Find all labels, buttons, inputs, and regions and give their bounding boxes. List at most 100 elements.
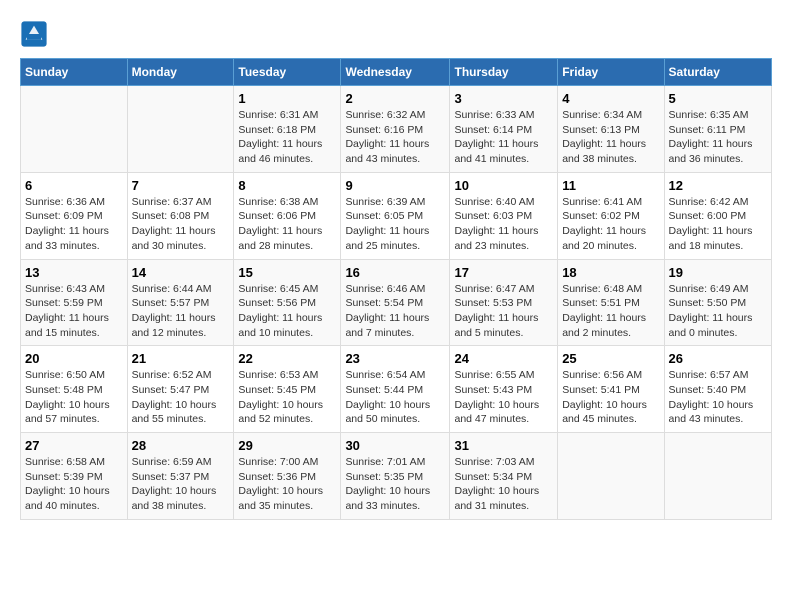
calendar-cell: [558, 433, 664, 520]
day-info: Sunrise: 6:34 AMSunset: 6:13 PMDaylight:…: [562, 108, 659, 167]
day-number: 9: [345, 178, 445, 193]
day-info: Sunrise: 6:41 AMSunset: 6:02 PMDaylight:…: [562, 195, 659, 254]
day-number: 5: [669, 91, 767, 106]
day-info: Sunrise: 6:32 AMSunset: 6:16 PMDaylight:…: [345, 108, 445, 167]
day-number: 1: [238, 91, 336, 106]
day-info: Sunrise: 6:33 AMSunset: 6:14 PMDaylight:…: [454, 108, 553, 167]
day-info: Sunrise: 6:36 AMSunset: 6:09 PMDaylight:…: [25, 195, 123, 254]
week-row-0: 1 Sunrise: 6:31 AMSunset: 6:18 PMDaylight…: [21, 86, 772, 173]
calendar-cell: 25 Sunrise: 6:56 AMSunset: 5:41 PMDayligh…: [558, 346, 664, 433]
day-info: Sunrise: 6:42 AMSunset: 6:00 PMDaylight:…: [669, 195, 767, 254]
page-header: [20, 20, 772, 48]
day-number: 6: [25, 178, 123, 193]
day-number: 2: [345, 91, 445, 106]
week-row-3: 20 Sunrise: 6:50 AMSunset: 5:48 PMDayligh…: [21, 346, 772, 433]
calendar-cell: 26 Sunrise: 6:57 AMSunset: 5:40 PMDayligh…: [664, 346, 771, 433]
day-info: Sunrise: 6:57 AMSunset: 5:40 PMDaylight:…: [669, 368, 767, 427]
day-info: Sunrise: 6:49 AMSunset: 5:50 PMDaylight:…: [669, 282, 767, 341]
day-info: Sunrise: 6:50 AMSunset: 5:48 PMDaylight:…: [25, 368, 123, 427]
day-number: 11: [562, 178, 659, 193]
week-row-1: 6 Sunrise: 6:36 AMSunset: 6:09 PMDaylight…: [21, 172, 772, 259]
calendar-cell: 28Sunrise: 6:59 AMSunset: 5:37 PMDayligh…: [127, 433, 234, 520]
day-info: Sunrise: 6:35 AMSunset: 6:11 PMDaylight:…: [669, 108, 767, 167]
day-number: 27: [25, 438, 123, 453]
day-info: Sunrise: 7:00 AMSunset: 5:36 PMDaylight:…: [238, 455, 336, 514]
calendar-cell: 12Sunrise: 6:42 AMSunset: 6:00 PMDayligh…: [664, 172, 771, 259]
logo-icon: [20, 20, 48, 48]
day-info: Sunrise: 6:48 AMSunset: 5:51 PMDaylight:…: [562, 282, 659, 341]
calendar-cell: 23 Sunrise: 6:54 AMSunset: 5:44 PMDayligh…: [341, 346, 450, 433]
calendar-cell: 31 Sunrise: 7:03 AMSunset: 5:34 PMDayligh…: [450, 433, 558, 520]
day-number: 20: [25, 351, 123, 366]
calendar-cell: 17 Sunrise: 6:47 AMSunset: 5:53 PMDayligh…: [450, 259, 558, 346]
day-number: 16: [345, 265, 445, 280]
day-number: 24: [454, 351, 553, 366]
calendar-cell: 8Sunrise: 6:38 AMSunset: 6:06 PMDaylight…: [234, 172, 341, 259]
day-number: 21: [132, 351, 230, 366]
day-info: Sunrise: 7:03 AMSunset: 5:34 PMDaylight:…: [454, 455, 553, 514]
day-info: Sunrise: 6:59 AMSunset: 5:37 PMDaylight:…: [132, 455, 230, 514]
day-number: 4: [562, 91, 659, 106]
calendar-cell: 9 Sunrise: 6:39 AMSunset: 6:05 PMDaylight…: [341, 172, 450, 259]
day-info: Sunrise: 6:47 AMSunset: 5:53 PMDaylight:…: [454, 282, 553, 341]
calendar-cell: 20 Sunrise: 6:50 AMSunset: 5:48 PMDayligh…: [21, 346, 128, 433]
day-number: 18: [562, 265, 659, 280]
calendar-cell: 7Sunrise: 6:37 AMSunset: 6:08 PMDaylight…: [127, 172, 234, 259]
header-wednesday: Wednesday: [341, 59, 450, 86]
calendar-cell: 18 Sunrise: 6:48 AMSunset: 5:51 PMDayligh…: [558, 259, 664, 346]
day-number: 23: [345, 351, 445, 366]
day-info: Sunrise: 6:43 AMSunset: 5:59 PMDaylight:…: [25, 282, 123, 341]
calendar-cell: 24 Sunrise: 6:55 AMSunset: 5:43 PMDayligh…: [450, 346, 558, 433]
day-info: Sunrise: 6:54 AMSunset: 5:44 PMDaylight:…: [345, 368, 445, 427]
calendar-cell: 5 Sunrise: 6:35 AMSunset: 6:11 PMDaylight…: [664, 86, 771, 173]
day-number: 26: [669, 351, 767, 366]
week-row-2: 13Sunrise: 6:43 AMSunset: 5:59 PMDayligh…: [21, 259, 772, 346]
day-info: Sunrise: 6:55 AMSunset: 5:43 PMDaylight:…: [454, 368, 553, 427]
calendar-cell: 16Sunrise: 6:46 AMSunset: 5:54 PMDayligh…: [341, 259, 450, 346]
calendar-cell: 21 Sunrise: 6:52 AMSunset: 5:47 PMDayligh…: [127, 346, 234, 433]
calendar-cell: 4 Sunrise: 6:34 AMSunset: 6:13 PMDaylight…: [558, 86, 664, 173]
calendar-cell: [664, 433, 771, 520]
day-info: Sunrise: 6:52 AMSunset: 5:47 PMDaylight:…: [132, 368, 230, 427]
calendar-cell: 11 Sunrise: 6:41 AMSunset: 6:02 PMDayligh…: [558, 172, 664, 259]
calendar-cell: 30Sunrise: 7:01 AMSunset: 5:35 PMDayligh…: [341, 433, 450, 520]
calendar-cell: [127, 86, 234, 173]
day-number: 19: [669, 265, 767, 280]
day-number: 17: [454, 265, 553, 280]
calendar-cell: 14 Sunrise: 6:44 AMSunset: 5:57 PMDayligh…: [127, 259, 234, 346]
header-tuesday: Tuesday: [234, 59, 341, 86]
day-number: 7: [132, 178, 230, 193]
header-saturday: Saturday: [664, 59, 771, 86]
day-number: 31: [454, 438, 553, 453]
day-number: 3: [454, 91, 553, 106]
day-info: Sunrise: 6:39 AMSunset: 6:05 PMDaylight:…: [345, 195, 445, 254]
day-info: Sunrise: 6:38 AMSunset: 6:06 PMDaylight:…: [238, 195, 336, 254]
calendar-cell: 2 Sunrise: 6:32 AMSunset: 6:16 PMDaylight…: [341, 86, 450, 173]
header-row: SundayMondayTuesdayWednesdayThursdayFrid…: [21, 59, 772, 86]
day-info: Sunrise: 6:56 AMSunset: 5:41 PMDaylight:…: [562, 368, 659, 427]
day-number: 10: [454, 178, 553, 193]
calendar-cell: 15Sunrise: 6:45 AMSunset: 5:56 PMDayligh…: [234, 259, 341, 346]
calendar-cell: 3 Sunrise: 6:33 AMSunset: 6:14 PMDaylight…: [450, 86, 558, 173]
header-friday: Friday: [558, 59, 664, 86]
day-number: 14: [132, 265, 230, 280]
week-row-4: 27Sunrise: 6:58 AMSunset: 5:39 PMDayligh…: [21, 433, 772, 520]
header-thursday: Thursday: [450, 59, 558, 86]
header-monday: Monday: [127, 59, 234, 86]
calendar-cell: 1 Sunrise: 6:31 AMSunset: 6:18 PMDaylight…: [234, 86, 341, 173]
day-number: 25: [562, 351, 659, 366]
day-info: Sunrise: 6:53 AMSunset: 5:45 PMDaylight:…: [238, 368, 336, 427]
calendar-cell: 27Sunrise: 6:58 AMSunset: 5:39 PMDayligh…: [21, 433, 128, 520]
day-number: 29: [238, 438, 336, 453]
header-sunday: Sunday: [21, 59, 128, 86]
day-info: Sunrise: 7:01 AMSunset: 5:35 PMDaylight:…: [345, 455, 445, 514]
calendar-cell: [21, 86, 128, 173]
calendar-cell: 19 Sunrise: 6:49 AMSunset: 5:50 PMDayligh…: [664, 259, 771, 346]
calendar-cell: 13Sunrise: 6:43 AMSunset: 5:59 PMDayligh…: [21, 259, 128, 346]
calendar-cell: 6 Sunrise: 6:36 AMSunset: 6:09 PMDaylight…: [21, 172, 128, 259]
day-info: Sunrise: 6:44 AMSunset: 5:57 PMDaylight:…: [132, 282, 230, 341]
calendar-cell: 29 Sunrise: 7:00 AMSunset: 5:36 PMDayligh…: [234, 433, 341, 520]
day-info: Sunrise: 6:31 AMSunset: 6:18 PMDaylight:…: [238, 108, 336, 167]
day-number: 22: [238, 351, 336, 366]
calendar-cell: 10Sunrise: 6:40 AMSunset: 6:03 PMDayligh…: [450, 172, 558, 259]
